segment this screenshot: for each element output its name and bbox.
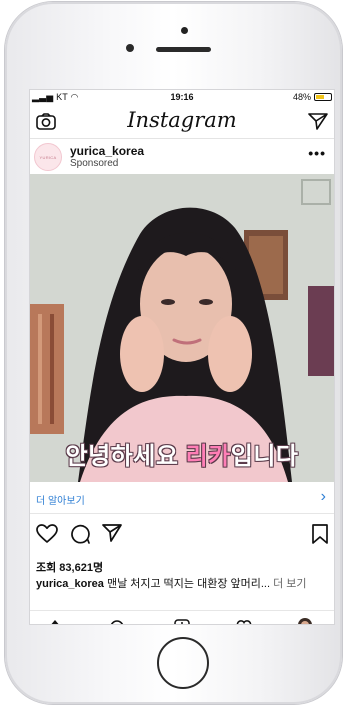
overlay-text-end: 입니다 xyxy=(230,443,299,470)
more-options-icon[interactable]: ••• xyxy=(308,145,326,161)
share-send-icon[interactable] xyxy=(102,524,122,547)
earpiece-speaker xyxy=(156,47,211,52)
battery-percent: 48% xyxy=(292,92,311,102)
status-time: 19:16 xyxy=(170,92,194,102)
post-username[interactable]: yurica_korea xyxy=(70,144,144,158)
screen: ▂▃▅ KT ◠ 19:16 48% Instagram YURICA yuri… xyxy=(30,90,334,624)
status-bar: ▂▃▅ KT ◠ 19:16 48% xyxy=(30,90,334,104)
caption-text: 맨날 처지고 떡지는 대환장 앞머리... xyxy=(103,578,271,590)
post-video[interactable]: 안녕하세요 리카입니다 xyxy=(30,174,334,482)
battery-status: 48% xyxy=(293,92,332,102)
avatar[interactable]: YURICA xyxy=(34,143,62,171)
avatar-text: YURICA xyxy=(39,154,57,160)
battery-icon xyxy=(314,93,332,101)
overlay-text-accent: 리카 xyxy=(185,443,231,470)
battery-fill xyxy=(316,95,324,99)
chevron-right-icon[interactable]: › xyxy=(321,488,326,506)
front-camera xyxy=(181,27,188,34)
app-logo: Instagram xyxy=(127,108,237,132)
home-button[interactable] xyxy=(157,637,209,689)
video-caption-overlay: 안녕하세요 리카입니다 xyxy=(30,436,334,471)
send-icon[interactable] xyxy=(308,113,328,135)
bookmark-icon[interactable] xyxy=(312,524,328,549)
learn-more-bar[interactable]: 더 알아보기 › xyxy=(30,483,334,514)
caption-username[interactable]: yurica_korea xyxy=(36,578,104,590)
sponsored-label: Sponsored xyxy=(70,158,119,169)
view-count: 조회 83,621명 xyxy=(36,562,104,574)
learn-more-link[interactable]: 더 알아보기 xyxy=(36,492,85,507)
proximity-sensor xyxy=(126,44,134,52)
activity-tab-icon[interactable] xyxy=(236,614,252,624)
search-tab-icon[interactable] xyxy=(110,614,124,624)
comment-icon[interactable] xyxy=(70,524,90,549)
post-actions xyxy=(30,520,334,550)
heart-icon[interactable] xyxy=(36,524,58,549)
app-header: Instagram xyxy=(30,104,334,139)
post-caption: yurica_korea 맨날 처지고 떡지는 대환장 앞머리... 더 보기 xyxy=(36,575,332,591)
home-tab-icon[interactable] xyxy=(48,614,62,624)
bottom-tab-bar xyxy=(30,610,334,624)
overlay-text-main: 안녕하세요 xyxy=(65,443,186,470)
post-header: YURICA yurica_korea Sponsored ••• xyxy=(30,139,334,173)
add-post-tab-icon[interactable] xyxy=(174,614,190,624)
profile-tab-avatar[interactable] xyxy=(298,614,312,624)
caption-more-link[interactable]: 더 보기 xyxy=(270,578,306,590)
